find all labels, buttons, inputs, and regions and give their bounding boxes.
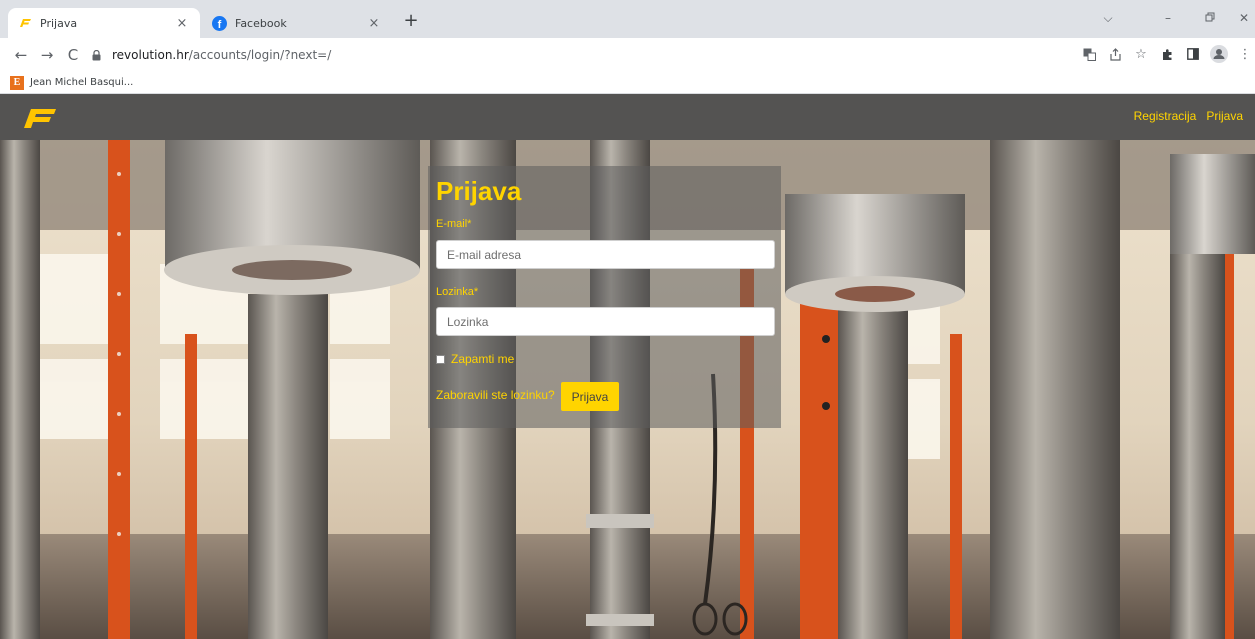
tab-search-chevron-icon[interactable]: ⌵ <box>1098 11 1118 26</box>
window-close-icon[interactable]: ✕ <box>1234 11 1254 25</box>
back-icon[interactable]: ← <box>8 46 34 64</box>
password-label: Lozinka* <box>436 286 479 298</box>
forgot-password-link[interactable]: Zaboravili ste lozinku? <box>436 388 555 402</box>
bookmarks-bar: E Jean Michel Basqui... <box>0 72 1255 94</box>
email-label: E-mail* <box>436 218 472 230</box>
address-bar[interactable]: revolution.hr/accounts/login/?next=/ <box>92 41 1227 69</box>
browser-menu-icon[interactable]: ⋮ <box>1235 43 1255 65</box>
register-link[interactable]: Registracija <box>1134 109 1197 123</box>
remember-me-label: Zapamti me <box>451 352 515 366</box>
remember-me-checkbox[interactable] <box>436 354 445 364</box>
login-form: Prijava E-mail* Lozinka* Zapamti me Zabo… <box>428 166 781 428</box>
nav-links: Registracija Prijava <box>1134 109 1243 123</box>
new-tab-icon[interactable]: + <box>400 10 422 31</box>
login-link[interactable]: Prijava <box>1206 109 1243 123</box>
tab-prijava[interactable]: Prijava × <box>8 8 200 38</box>
bookmark-star-icon[interactable]: ☆ <box>1131 43 1151 65</box>
side-panel-icon[interactable] <box>1183 43 1203 65</box>
translate-icon[interactable] <box>1079 43 1099 65</box>
share-icon[interactable] <box>1105 43 1125 65</box>
forward-icon[interactable]: → <box>34 46 60 64</box>
login-submit-button[interactable]: Prijava <box>561 382 619 411</box>
form-title: Prijava <box>436 176 522 206</box>
profile-avatar-icon[interactable] <box>1209 43 1229 65</box>
url-domain: revolution.hr <box>112 48 189 62</box>
email-input[interactable] <box>436 240 775 269</box>
lock-icon[interactable] <box>92 49 104 61</box>
reload-icon[interactable]: C <box>60 46 86 64</box>
page-viewport: Registracija Prijava Prijava E-mail* Loz… <box>0 94 1255 639</box>
tab-facebook[interactable]: f Facebook × <box>202 8 392 38</box>
revolution-logo-icon[interactable] <box>22 107 58 129</box>
tab-title: Facebook <box>235 16 287 30</box>
tab-title: Prijava <box>40 16 78 30</box>
browser-toolbar: ← → C revolution.hr/accounts/login/?next… <box>0 38 1255 72</box>
toolbar-icons: ☆ ⋮ <box>1079 43 1255 65</box>
remember-me-option[interactable]: Zapamti me <box>436 352 514 366</box>
bookmark-favicon-icon: E <box>10 75 24 90</box>
facebook-icon: f <box>212 15 227 31</box>
restore-icon[interactable] <box>1200 11 1220 25</box>
url-path: /accounts/login/?next=/ <box>188 48 332 62</box>
close-tab-icon[interactable]: × <box>366 16 382 31</box>
extensions-icon[interactable] <box>1157 43 1177 65</box>
site-navbar: Registracija Prijava <box>0 94 1255 140</box>
revolution-logo-icon <box>18 16 32 30</box>
close-tab-icon[interactable]: × <box>174 16 190 31</box>
minimize-icon[interactable]: – <box>1158 11 1178 25</box>
password-input[interactable] <box>436 307 775 336</box>
bookmark-jean-michel[interactable]: Jean Michel Basqui... <box>30 77 133 88</box>
browser-tab-strip: Prijava × f Facebook × + ⌵ – ✕ <box>0 0 1255 38</box>
